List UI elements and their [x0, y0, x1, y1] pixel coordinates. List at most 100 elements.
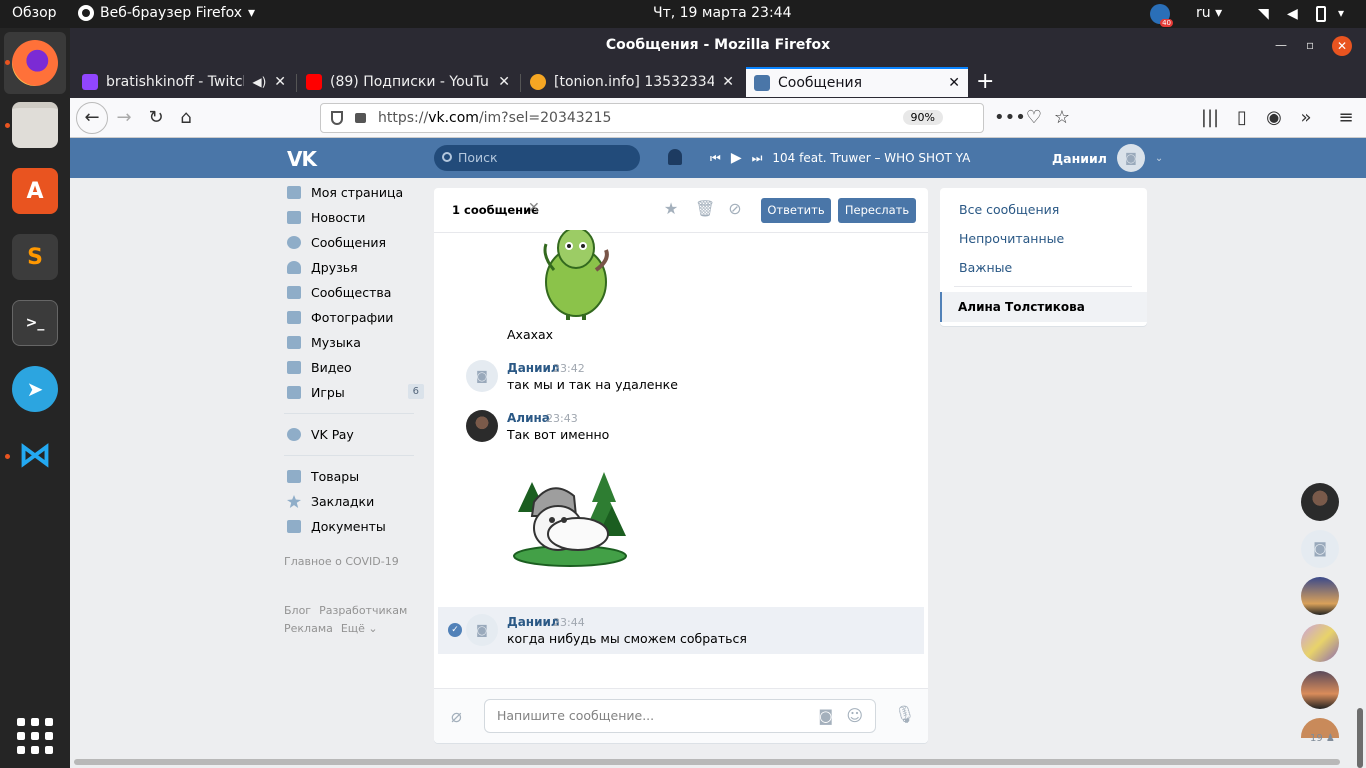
back-button[interactable]: ←: [76, 102, 108, 134]
clock[interactable]: Чт, 19 марта 23:44: [653, 5, 791, 21]
dock-files[interactable]: [4, 94, 66, 156]
app-menu[interactable]: Веб-браузер Firefox ▾: [78, 5, 255, 21]
paperclip-icon[interactable]: ⌀: [451, 706, 462, 727]
clear-selection-icon[interactable]: ✕: [528, 200, 540, 216]
dock-sublime[interactable]: S: [4, 226, 66, 288]
menu-item-friends[interactable]: Друзья: [284, 255, 424, 280]
horizontal-scrollbar[interactable]: [74, 759, 1340, 765]
tab-youtube[interactable]: (89) Подписки - YouTube ✕: [298, 67, 518, 97]
home-button[interactable]: ⌂: [174, 106, 198, 130]
bookmark-star-icon[interactable]: ☆: [1050, 106, 1074, 130]
maximize-icon[interactable]: ▫: [1306, 38, 1314, 52]
close-tab-icon[interactable]: ✕: [722, 74, 734, 90]
tab-vk-messages[interactable]: Сообщения ✕: [746, 67, 968, 97]
menu-item-video[interactable]: Видео: [284, 355, 424, 380]
dock-telegram[interactable]: ➤: [4, 358, 66, 420]
footer-link-blog[interactable]: Блог: [284, 604, 311, 617]
camera-avatar-icon[interactable]: ◙: [466, 360, 498, 392]
menu-item-bookmarks[interactable]: Закладки: [284, 489, 424, 514]
menu-item-goods[interactable]: Товары: [284, 464, 424, 489]
new-tab-button[interactable]: +: [976, 69, 994, 94]
camera-avatar-icon[interactable]: ◙: [1301, 530, 1339, 568]
close-tab-icon[interactable]: ✕: [498, 74, 510, 90]
avatar[interactable]: [466, 410, 498, 442]
dock-vscode[interactable]: ⋈: [4, 424, 66, 486]
overflow-menu-icon[interactable]: »: [1294, 106, 1318, 130]
filter-unread[interactable]: Непрочитанные: [959, 231, 1064, 246]
play-icon[interactable]: ▶: [731, 150, 742, 166]
pear-sticker[interactable]: [536, 230, 616, 320]
message-author[interactable]: Алина: [507, 411, 550, 425]
hamburger-menu-icon[interactable]: ≡: [1334, 106, 1358, 130]
menu-item-communities[interactable]: Сообщества: [284, 280, 424, 305]
microphone-icon[interactable]: 🎙: [894, 705, 916, 725]
url-bar[interactable]: https://vk.com/im?sel=20343215 90%: [320, 103, 984, 133]
current-track[interactable]: 104 feat. Truwer – WHO SHOT YA: [772, 151, 970, 165]
forward-button[interactable]: Переслать: [838, 198, 916, 223]
vk-logo[interactable]: VK: [287, 147, 317, 171]
camera-icon[interactable]: ◙: [818, 700, 833, 732]
menu-item-my-page[interactable]: Моя страница: [284, 180, 424, 205]
fastchat-avatar[interactable]: [1301, 577, 1339, 615]
message-author[interactable]: Даниил: [507, 361, 560, 375]
dock-terminal[interactable]: >_: [4, 292, 66, 354]
online-friends-count[interactable]: 19 ♟: [1310, 733, 1335, 744]
message-time[interactable]: 23:42: [553, 362, 585, 375]
close-tab-icon[interactable]: ✕: [948, 75, 960, 91]
wifi-icon[interactable]: ◥: [1258, 6, 1274, 22]
battery-icon[interactable]: [1316, 6, 1326, 22]
tab-twitch[interactable]: bratishkinoff - Twitch ◀) ✕: [74, 67, 294, 97]
pocket-icon[interactable]: ♡: [1022, 106, 1046, 130]
search-input[interactable]: Поиск: [434, 145, 640, 171]
checkmark-icon[interactable]: ✓: [448, 623, 462, 637]
fastchat-avatar[interactable]: [1301, 671, 1339, 709]
message-author[interactable]: Даниил: [507, 615, 560, 629]
message-time[interactable]: 23:43: [546, 412, 578, 425]
dock-software[interactable]: A: [4, 160, 66, 222]
menu-item-music[interactable]: Музыка: [284, 330, 424, 355]
fastchat-avatar[interactable]: [1301, 483, 1339, 521]
camera-avatar-icon[interactable]: ◙: [466, 614, 498, 646]
filter-all-messages[interactable]: Все сообщения: [959, 202, 1059, 217]
notification-tray-icon[interactable]: [1150, 4, 1173, 27]
keyboard-layout-indicator[interactable]: ru ▾: [1196, 5, 1222, 21]
fastchat-avatar[interactable]: [1301, 624, 1339, 662]
lock-icon[interactable]: [355, 113, 366, 123]
volume-icon[interactable]: ◀: [1287, 6, 1303, 22]
footer-link-ads[interactable]: Реклама: [284, 622, 333, 635]
account-icon[interactable]: ◉: [1262, 106, 1286, 130]
sidebar-icon[interactable]: ▯: [1230, 106, 1254, 130]
zoom-level[interactable]: 90%: [902, 110, 943, 125]
filter-important[interactable]: Важные: [959, 260, 1012, 275]
speaker-icon[interactable]: ◀): [252, 75, 266, 89]
show-applications-button[interactable]: [17, 718, 53, 754]
message-input[interactable]: Напишите сообщение... ◙ ☺: [484, 699, 876, 733]
trash-icon[interactable]: 🗑: [695, 201, 715, 217]
forward-button[interactable]: →: [112, 106, 136, 130]
active-chat[interactable]: Алина Толстикова: [940, 292, 1147, 322]
close-window-icon[interactable]: ✕: [1332, 36, 1352, 56]
notifications-bell-icon[interactable]: [668, 149, 682, 165]
gnome-sticker[interactable]: [512, 472, 632, 568]
tracking-protection-icon[interactable]: [331, 111, 343, 125]
menu-item-games[interactable]: Игры 6: [284, 380, 424, 405]
user-menu[interactable]: Даниил ◙ ⌄: [1052, 144, 1163, 172]
emoji-icon[interactable]: ☺: [846, 700, 863, 732]
covid-link[interactable]: Главное о COVID-19: [284, 555, 424, 568]
library-icon[interactable]: |||: [1198, 106, 1222, 130]
minimize-icon[interactable]: —: [1275, 38, 1287, 52]
footer-link-more[interactable]: Ещё ⌄: [341, 622, 378, 635]
reply-button[interactable]: Ответить: [761, 198, 831, 223]
star-icon[interactable]: ★: [663, 201, 679, 217]
page-actions-icon[interactable]: •••: [994, 106, 1026, 130]
message-time[interactable]: 23:44: [553, 616, 585, 629]
menu-item-documents[interactable]: Документы: [284, 514, 424, 539]
menu-item-vkpay[interactable]: VK Pay: [284, 422, 424, 447]
selected-message-row[interactable]: ✓ ◙ Даниил 23:44 когда нибудь мы сможем …: [438, 607, 924, 654]
footer-link-developers[interactable]: Разработчикам: [319, 604, 407, 617]
close-tab-icon[interactable]: ✕: [274, 74, 286, 90]
previous-track-icon[interactable]: ⏮: [710, 151, 721, 166]
reload-button[interactable]: ↻: [144, 106, 168, 130]
dock-firefox[interactable]: [4, 32, 66, 94]
activities-button[interactable]: Обзор: [12, 5, 57, 21]
